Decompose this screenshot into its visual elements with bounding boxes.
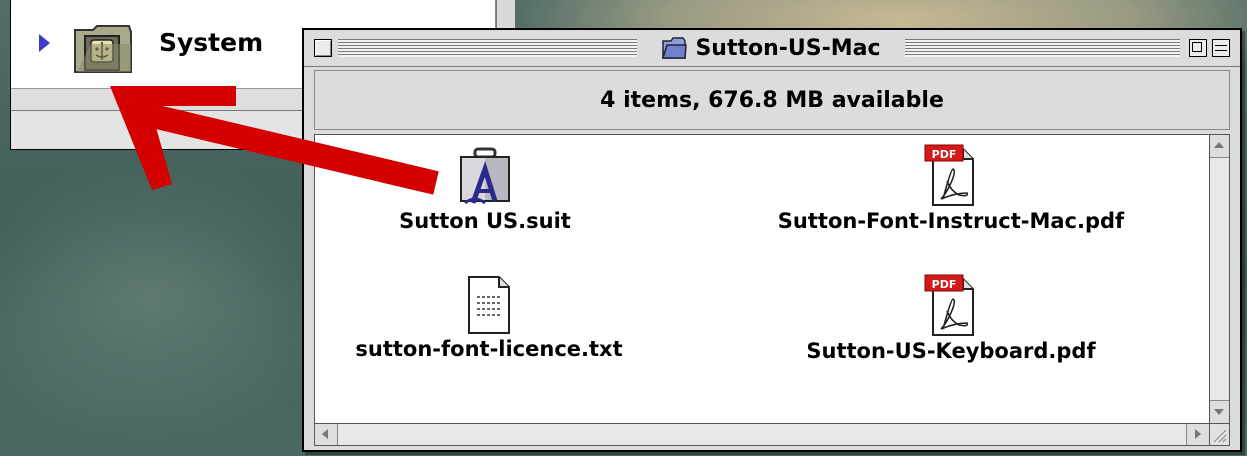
pdf-document-icon: PDF (924, 144, 974, 206)
file-item-font-instruct-pdf[interactable]: PDF Sutton-Font-Instruct-Mac.pdf (731, 143, 1171, 233)
disclosure-triangle-icon[interactable] (39, 34, 50, 52)
scroll-down-arrow-icon[interactable] (1210, 400, 1229, 423)
finder-window: Sutton-US-Mac 4 items, 676.8 MB availabl… (302, 28, 1242, 452)
file-name-label: Sutton-US-Keyboard.pdf (806, 339, 1096, 363)
file-item-sutton-suit[interactable]: Sutton US.suit (375, 145, 595, 233)
file-name-label: sutton-font-licence.txt (355, 337, 623, 361)
pdf-document-icon: PDF (924, 274, 974, 336)
font-suitcase-icon (460, 147, 510, 205)
scroll-left-arrow-icon[interactable] (315, 424, 338, 445)
window-info-bar: 4 items, 676.8 MB available (314, 70, 1230, 130)
text-document-icon (468, 276, 510, 334)
scroll-up-arrow-icon[interactable] (1210, 135, 1229, 158)
system-folder-icon[interactable] (69, 20, 139, 78)
file-name-label: Sutton-Font-Instruct-Mac.pdf (777, 209, 1125, 233)
window-title-text: Sutton-US-Mac (695, 35, 881, 61)
file-item-keyboard-pdf[interactable]: PDF Sutton-US-Keyboard.pdf (761, 273, 1141, 363)
zoom-box-button[interactable] (1189, 39, 1207, 57)
window-content-area[interactable]: Sutton US.suit PDF Sutton-Font-Instruct-… (314, 134, 1210, 424)
file-name-label: Sutton US.suit (399, 209, 571, 233)
scroll-right-arrow-icon[interactable] (1186, 424, 1209, 445)
horizontal-scrollbar[interactable] (314, 424, 1210, 446)
file-item-licence-txt[interactable]: sutton-font-licence.txt (319, 273, 659, 361)
folder-icon (662, 37, 688, 59)
system-folder-label: System (159, 28, 264, 57)
vertical-scrollbar[interactable] (1210, 134, 1230, 424)
title-bar[interactable]: Sutton-US-Mac (304, 30, 1240, 67)
window-title: Sutton-US-Mac (637, 34, 905, 62)
svg-text:PDF: PDF (932, 148, 957, 161)
close-box-button[interactable] (314, 39, 332, 57)
collapse-box-button[interactable] (1212, 39, 1230, 57)
svg-text:PDF: PDF (932, 278, 957, 291)
resize-grip-icon[interactable] (1210, 424, 1230, 446)
items-available-status: 4 items, 676.8 MB available (600, 87, 944, 113)
